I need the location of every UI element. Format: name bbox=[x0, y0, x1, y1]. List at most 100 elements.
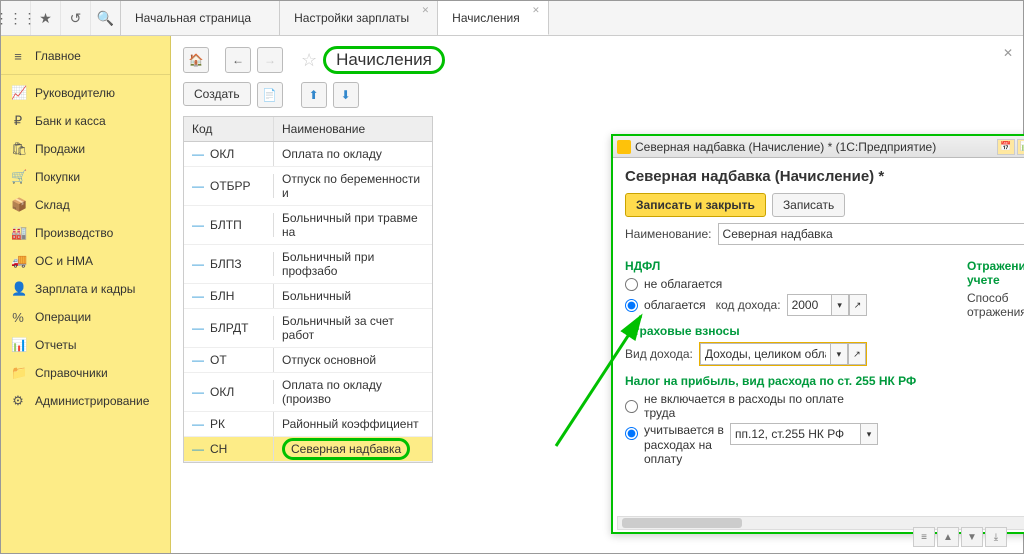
sidebar-label: Зарплата и кадры bbox=[35, 282, 135, 296]
open-icon[interactable]: ↗ bbox=[849, 294, 867, 316]
tab-settings[interactable]: Настройки зарплаты✕ bbox=[280, 1, 438, 35]
table-row[interactable]: —РКРайонный коэффициент bbox=[184, 412, 432, 437]
sidebar-icon: 🛍 bbox=[11, 141, 25, 157]
sidebar-icon: 📦 bbox=[11, 197, 25, 213]
sidebar-label: Покупки bbox=[35, 170, 80, 184]
table-row[interactable]: —БЛНБольничный bbox=[184, 284, 432, 309]
accruals-table: Код Наименование —ОКЛОплата по окладу—ОТ… bbox=[183, 116, 433, 463]
page-title: Начисления bbox=[323, 46, 445, 74]
sidebar-icon: ⚙ bbox=[11, 393, 25, 409]
sidebar-item-1[interactable]: 📈Руководителю bbox=[1, 79, 170, 107]
insurance-section: Страховые взносы bbox=[625, 324, 947, 338]
down-icon[interactable]: ▼ bbox=[961, 527, 983, 547]
sidebar-item-3[interactable]: 🛍 Продажи bbox=[1, 135, 170, 163]
calc2-icon[interactable]: 📊 bbox=[1017, 139, 1024, 155]
favorite-icon[interactable]: ☆ bbox=[301, 50, 317, 71]
sidebar-item-12[interactable]: ⚙ Администрирование bbox=[1, 387, 170, 415]
save-close-button[interactable]: Записать и закрыть bbox=[625, 193, 766, 217]
ndfl-section: НДФЛ bbox=[625, 259, 947, 273]
up-button[interactable]: ⬆ bbox=[301, 82, 327, 108]
sidebar-icon: 🏭 bbox=[11, 225, 25, 241]
copy-button[interactable]: 📄 bbox=[257, 82, 283, 108]
dialog-header: Северная надбавка (Начисление) * bbox=[625, 168, 1024, 185]
sidebar-label: Склад bbox=[35, 198, 70, 212]
col-name[interactable]: Наименование bbox=[274, 117, 432, 141]
sidebar-item-8[interactable]: 👤 Зарплата и кадры bbox=[1, 275, 170, 303]
forward-button[interactable]: → bbox=[257, 47, 283, 73]
save-button[interactable]: Записать bbox=[772, 193, 845, 217]
main-area: ✕ 🏠 ← → ☆ Начисления Создать 📄 ⬆ ⬇ Код Н… bbox=[171, 36, 1023, 553]
dropdown-icon[interactable]: ▾ bbox=[831, 294, 849, 316]
close-page-icon[interactable]: ✕ bbox=[1003, 46, 1013, 60]
table-row[interactable]: —ОТОтпуск основной bbox=[184, 348, 432, 373]
sidebar-icon: ₽ bbox=[11, 113, 25, 129]
sidebar-icon: 📊 bbox=[11, 337, 25, 353]
close-icon[interactable]: ✕ bbox=[532, 5, 540, 16]
table-row[interactable]: —БЛРДТБольничный за счет работ bbox=[184, 309, 432, 348]
table-row[interactable]: —ОКЛОплата по окладу (произво bbox=[184, 373, 432, 412]
star-icon[interactable]: ★ bbox=[31, 1, 61, 35]
name-label: Наименование: bbox=[625, 227, 712, 241]
ndfl-no-radio[interactable]: не облагается bbox=[625, 277, 947, 291]
sidebar-item-5[interactable]: 📦 Склад bbox=[1, 191, 170, 219]
accrual-dialog: Северная надбавка (Начисление) * (1С:Пре… bbox=[611, 134, 1024, 534]
sidebar-label: Главное bbox=[35, 49, 81, 63]
sidebar-icon: 👤 bbox=[11, 281, 25, 297]
history-icon[interactable]: ↺ bbox=[61, 1, 91, 35]
sidebar-item-9[interactable]: % Операции bbox=[1, 303, 170, 331]
sidebar-item-2[interactable]: ₽Банк и касса bbox=[1, 107, 170, 135]
dialog-titlebar[interactable]: Северная надбавка (Начисление) * (1С:Пре… bbox=[613, 136, 1024, 158]
col-code[interactable]: Код bbox=[184, 117, 274, 141]
page-footer-buttons: ≡ ▲ ▼ ⤓ bbox=[913, 527, 1007, 547]
app-icon bbox=[617, 140, 631, 154]
down-button[interactable]: ⬇ bbox=[333, 82, 359, 108]
calc-icon[interactable]: 📅 bbox=[997, 139, 1015, 155]
income-code-input[interactable] bbox=[787, 294, 831, 316]
sidebar-item-0[interactable]: ≡ Главное bbox=[1, 42, 170, 70]
sidebar-icon: ≡ bbox=[11, 49, 25, 64]
profit-yes-radio[interactable]: учитывается в расходах на оплату ▾ bbox=[625, 423, 947, 466]
top-toolbar: ⋮⋮⋮ ★ ↺ 🔍 Начальная страница Настройки з… bbox=[1, 1, 1023, 36]
sidebar-item-10[interactable]: 📊Отчеты bbox=[1, 331, 170, 359]
table-row[interactable]: —БЛПЗБольничный при профзабо bbox=[184, 245, 432, 284]
ndfl-yes-radio[interactable]: облагается код дохода: ▾ ↗ bbox=[625, 294, 947, 316]
sidebar-item-7[interactable]: 🚚ОС и НМА bbox=[1, 247, 170, 275]
up-icon[interactable]: ▲ bbox=[937, 527, 959, 547]
tab-accruals[interactable]: Начисления✕ bbox=[438, 1, 549, 35]
sidebar-label: Продажи bbox=[35, 142, 85, 156]
table-row[interactable]: —БЛТПБольничный при травме на bbox=[184, 206, 432, 245]
tab-home[interactable]: Начальная страница bbox=[121, 1, 280, 35]
open-icon[interactable]: ↗ bbox=[848, 343, 866, 365]
search-icon[interactable]: 🔍 bbox=[91, 1, 121, 35]
ins-kind-input[interactable] bbox=[700, 343, 830, 365]
sidebar-label: Руководителю bbox=[35, 86, 115, 100]
ins-kind-label: Вид дохода: bbox=[625, 347, 693, 361]
dropdown-icon[interactable]: ▾ bbox=[860, 423, 878, 445]
profit-combo-input[interactable] bbox=[730, 423, 860, 445]
sidebar-label: Операции bbox=[35, 310, 91, 324]
table-row[interactable]: —ОТБРРОтпуск по беременности и bbox=[184, 167, 432, 206]
profit-section: Налог на прибыль, вид расхода по ст. 255… bbox=[625, 374, 947, 388]
sidebar-label: Администрирование bbox=[35, 394, 149, 408]
table-row[interactable]: —ОКЛОплата по окладу bbox=[184, 142, 432, 167]
dropdown-icon[interactable]: ▾ bbox=[830, 343, 848, 365]
table-row[interactable]: —СНСеверная надбавка bbox=[184, 437, 432, 462]
dialog-title-text: Северная надбавка (Начисление) * (1С:Пре… bbox=[635, 140, 936, 154]
profit-no-radio[interactable]: не включается в расходы по оплате труда bbox=[625, 392, 947, 420]
create-button[interactable]: Создать bbox=[183, 82, 251, 106]
sidebar-item-6[interactable]: 🏭Производство bbox=[1, 219, 170, 247]
apps-icon[interactable]: ⋮⋮⋮ bbox=[1, 1, 31, 35]
home-button[interactable]: 🏠 bbox=[183, 47, 209, 73]
sidebar-icon: 🛒 bbox=[11, 169, 25, 185]
sidebar-item-11[interactable]: 📁Справочники bbox=[1, 359, 170, 387]
sidebar-icon: 🚚 bbox=[11, 253, 25, 269]
close-icon[interactable]: ✕ bbox=[422, 5, 430, 16]
back-button[interactable]: ← bbox=[225, 47, 251, 73]
collapse-all-icon[interactable]: ≡ bbox=[913, 527, 935, 547]
sidebar: ≡ Главное 📈Руководителю₽Банк и касса 🛍 Прода… bbox=[1, 36, 171, 553]
sidebar-icon: 📁 bbox=[11, 365, 25, 381]
sidebar-icon: % bbox=[11, 310, 25, 325]
sidebar-item-4[interactable]: 🛒 Покупки bbox=[1, 163, 170, 191]
expand-all-icon[interactable]: ⤓ bbox=[985, 527, 1007, 547]
name-input[interactable] bbox=[718, 223, 1024, 245]
